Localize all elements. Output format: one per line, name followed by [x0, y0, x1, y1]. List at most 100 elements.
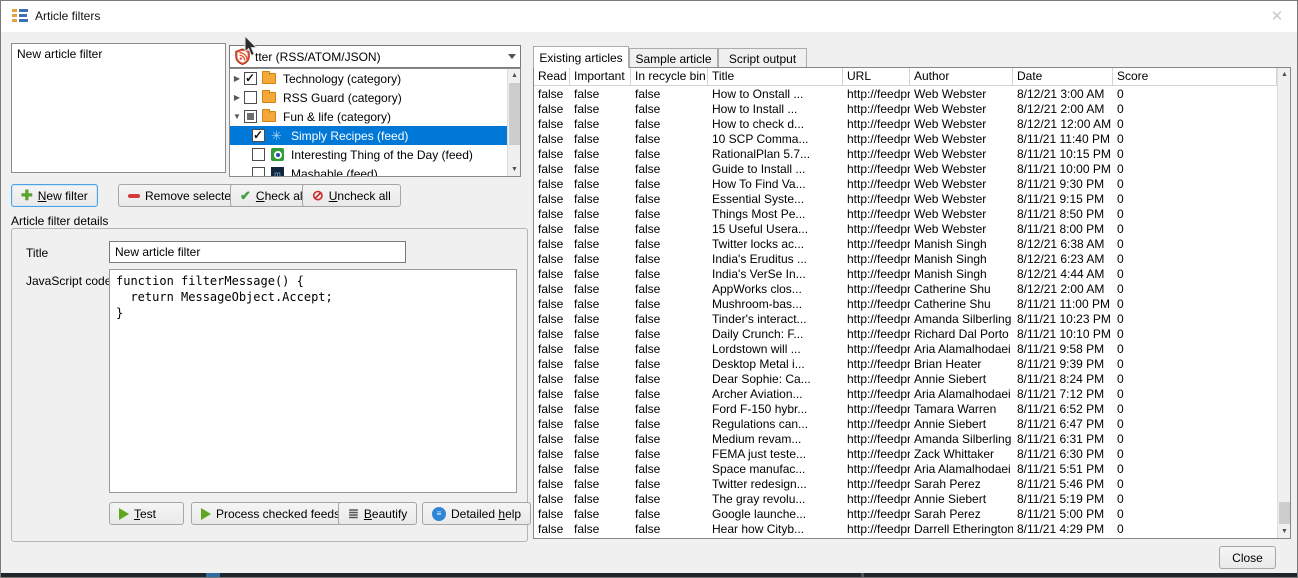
scroll-up-icon[interactable]: ▲ — [508, 69, 521, 82]
scroll-up-icon[interactable]: ▲ — [1278, 68, 1291, 81]
table-cell: false — [631, 192, 708, 207]
column-header[interactable]: Score — [1113, 68, 1277, 85]
table-row[interactable]: falsefalsefalseThings Most Pe...http://f… — [534, 207, 1277, 222]
tree-scrollbar[interactable]: ▲ ▼ — [507, 69, 520, 176]
process-checked-feeds-button[interactable]: Process checked feeds — [191, 502, 350, 525]
table-row[interactable]: falsefalsefalseRegulations can...http://… — [534, 417, 1277, 432]
table-cell: Web Webster — [910, 132, 1013, 147]
table-row[interactable]: falsefalsefalseGoogle launche...http://f… — [534, 507, 1277, 522]
detailed-help-button[interactable]: ≡ Detailed help — [422, 502, 531, 525]
minus-icon — [128, 194, 140, 198]
table-cell: false — [631, 387, 708, 402]
table-scrollbar[interactable]: ▲ ▼ — [1277, 68, 1290, 538]
table-row[interactable]: falsefalsefalseGuide to Install ...http:… — [534, 162, 1277, 177]
table-row[interactable]: falsefalsefalseLordstown will ...http://… — [534, 342, 1277, 357]
table-cell: false — [534, 162, 570, 177]
tree-item[interactable]: mMashable (feed) — [230, 164, 507, 177]
table-row[interactable]: falsefalsefalseFEMA just teste...http://… — [534, 447, 1277, 462]
item-checkbox[interactable] — [244, 91, 257, 104]
table-cell: false — [631, 312, 708, 327]
column-header[interactable]: In recycle bin — [631, 68, 708, 85]
table-row[interactable]: falsefalsefalseArcher Aviation...http://… — [534, 387, 1277, 402]
expander-icon[interactable]: ▼ — [230, 112, 244, 121]
table-row[interactable]: falsefalsefalseHow to check d...http://f… — [534, 117, 1277, 132]
table-row[interactable]: falsefalsefalseHear how Cityb...http://f… — [534, 522, 1277, 537]
uncheck-all-button[interactable]: ⊘ Uncheck all — [302, 184, 401, 207]
table-row[interactable]: falsefalsefalse15 Useful Usera...http://… — [534, 222, 1277, 237]
item-checkbox[interactable] — [252, 148, 265, 161]
expander-icon[interactable]: ▶ — [230, 93, 244, 102]
table-row[interactable]: falsefalsefalseDear Sophie: Ca...http://… — [534, 372, 1277, 387]
new-filter-button[interactable]: ✚ New filter — [11, 184, 98, 207]
table-row[interactable]: falsefalsefalseMedium revam...http://fee… — [534, 432, 1277, 447]
table-cell: false — [570, 447, 631, 462]
table-cell: false — [534, 522, 570, 537]
table-row[interactable]: falsefalsefalseFord F-150 hybr...http://… — [534, 402, 1277, 417]
column-header[interactable]: Read — [534, 68, 570, 85]
titlebar[interactable]: Article filters ✕ — [1, 1, 1297, 32]
table-row[interactable]: falsefalsefalseThe gray revolu...http://… — [534, 492, 1277, 507]
remove-selected-button[interactable]: Remove selected — [118, 184, 248, 207]
window-close-icon[interactable]: ✕ — [1267, 7, 1287, 27]
list-item[interactable]: New article filter — [12, 44, 225, 64]
table-row[interactable]: falsefalsefalseMushroom-bas...http://fee… — [534, 297, 1277, 312]
column-header[interactable]: Author — [910, 68, 1013, 85]
table-row[interactable]: falsefalsefalseDaily Crunch: F...http://… — [534, 327, 1277, 342]
table-cell: 8/11/21 5:46 PM — [1013, 477, 1113, 492]
table-row[interactable]: falsefalsefalseTwitter redesign...http:/… — [534, 477, 1277, 492]
scroll-down-icon[interactable]: ▼ — [1278, 525, 1291, 538]
folder-icon — [262, 73, 276, 84]
tree-scrollbar-thumb[interactable] — [509, 83, 520, 145]
table-row[interactable]: falsefalsefalseHow to Install ...http://… — [534, 102, 1277, 117]
item-checkbox[interactable] — [252, 167, 265, 177]
table-header: ReadImportantIn recycle binTitleURLAutho… — [534, 68, 1277, 86]
tree-item[interactable]: ▼Fun & life (category) — [230, 107, 507, 126]
table-row[interactable]: falsefalsefalseIndia's VerSe In...http:/… — [534, 267, 1277, 282]
expander-icon[interactable]: ▶ — [230, 74, 244, 83]
table-row[interactable]: falsefalsefalseHow to Onstall ...http://… — [534, 87, 1277, 102]
tree-item[interactable]: ▶RSS Guard (category) — [230, 88, 507, 107]
table-row[interactable]: falsefalsefalseTinder's interact...http:… — [534, 312, 1277, 327]
table-cell: false — [534, 417, 570, 432]
filter-list[interactable]: New article filter — [11, 43, 226, 173]
table-cell: Manish Singh — [910, 267, 1013, 282]
tab-existing-articles[interactable]: Existing articles — [533, 46, 629, 68]
table-cell: false — [570, 282, 631, 297]
item-checkbox[interactable] — [252, 129, 265, 142]
tree-item[interactable]: ✳Simply Recipes (feed) — [230, 126, 507, 145]
table-row[interactable]: falsefalsefalse10 SCP Comma...http://fee… — [534, 132, 1277, 147]
column-header[interactable]: URL — [843, 68, 910, 85]
table-row[interactable]: falsefalsefalseEssential Syste...http://… — [534, 192, 1277, 207]
tree-item[interactable]: Interesting Thing of the Day (feed) — [230, 145, 507, 164]
table-cell: 0 — [1113, 207, 1277, 222]
column-header[interactable]: Date — [1013, 68, 1113, 85]
close-button[interactable]: Close — [1219, 546, 1276, 569]
table-cell: 8/12/21 6:38 AM — [1013, 237, 1113, 252]
table-row[interactable]: falsefalsefalseRationalPlan 5.7...http:/… — [534, 147, 1277, 162]
column-header[interactable]: Title — [708, 68, 843, 85]
table-scrollbar-thumb[interactable] — [1279, 502, 1290, 524]
scroll-down-icon[interactable]: ▼ — [508, 163, 521, 176]
account-combobox[interactable]: tter (RSS/ATOM/JSON) — [229, 45, 521, 68]
item-checkbox[interactable] — [244, 110, 257, 123]
table-row[interactable]: falsefalsefalseDesktop Metal i...http://… — [534, 357, 1277, 372]
table-cell: 8/11/21 6:31 PM — [1013, 432, 1113, 447]
table-row[interactable]: falsefalsefalseTwitter locks ac...http:/… — [534, 237, 1277, 252]
table-row[interactable]: falsefalsefalseAppWorks clos...http://fe… — [534, 282, 1277, 297]
tab-script-output[interactable]: Script output — [718, 48, 807, 68]
table-cell: false — [631, 237, 708, 252]
table-row[interactable]: falsefalsefalseIndia's Eruditus ...http:… — [534, 252, 1277, 267]
tree-item[interactable]: ▶Technology (category) — [230, 69, 507, 88]
table-row[interactable]: falsefalsefalseSpace manufac...http://fe… — [534, 462, 1277, 477]
item-checkbox[interactable] — [244, 72, 257, 85]
table-row[interactable]: falsefalsefalseHow To Find Va...http://f… — [534, 177, 1277, 192]
test-button[interactable]: Test — [109, 502, 184, 525]
column-header[interactable]: Important — [570, 68, 631, 85]
title-input[interactable]: New article filter — [109, 241, 406, 263]
table-cell: false — [570, 222, 631, 237]
feed-tree[interactable]: ▶Technology (category)▶RSS Guard (catego… — [229, 68, 521, 177]
table-cell: false — [534, 192, 570, 207]
js-code-editor[interactable]: function filterMessage() { return Messag… — [109, 269, 517, 493]
tab-sample-article[interactable]: Sample article — [629, 48, 718, 68]
beautify-button[interactable]: ≣ Beautify — [338, 502, 417, 525]
